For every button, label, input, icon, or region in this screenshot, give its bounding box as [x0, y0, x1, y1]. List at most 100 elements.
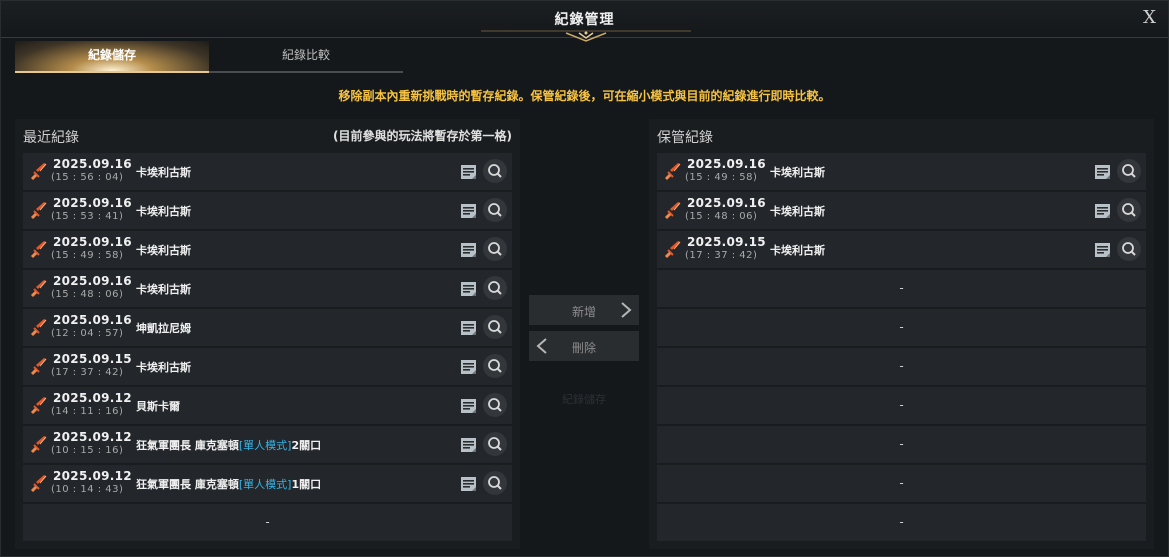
record-row[interactable]: 2025.09.15 (17 : 37 : 42) 卡埃利古斯	[23, 348, 512, 386]
delete-button[interactable]: 刪除	[529, 331, 639, 361]
record-management-window: 紀錄管理 X 紀錄儲存 紀錄比較 移除副本內重新挑戰時的暫存紀錄。保管紀錄後，可…	[0, 0, 1169, 557]
search-icon[interactable]	[483, 315, 507, 339]
note-icon[interactable]	[460, 319, 478, 337]
sword-icon	[663, 240, 683, 260]
search-icon[interactable]	[483, 237, 507, 261]
search-icon[interactable]	[483, 159, 507, 183]
search-icon[interactable]	[483, 432, 507, 456]
record-row[interactable]: 2025.09.16 (15 : 48 : 06) 卡埃利古斯	[657, 192, 1146, 230]
dungeon-name: 狂氣軍團長 庫克塞頓	[136, 439, 239, 452]
note-icon[interactable]	[460, 436, 478, 454]
sword-icon	[29, 474, 49, 494]
saved-records-title: 保管紀錄	[657, 130, 713, 146]
sword-icon	[663, 201, 683, 221]
record-dungeon-name: 卡埃利古斯	[770, 164, 825, 180]
add-button[interactable]: 新增	[529, 295, 639, 325]
record-date: 2025.09.16	[53, 196, 132, 210]
record-date: 2025.09.16	[53, 274, 132, 288]
record-time: (10 : 14 : 43)	[51, 484, 124, 495]
saved-records-list: 2025.09.16 (15 : 49 : 58) 卡埃利古斯 2025.09.16(…	[657, 153, 1146, 543]
empty-slot-row: -	[657, 465, 1146, 503]
note-icon[interactable]	[460, 202, 478, 220]
close-button[interactable]: X	[1143, 7, 1156, 28]
record-date: 2025.09.12	[53, 430, 132, 444]
tab-record-compare[interactable]: 紀錄比較	[209, 41, 403, 73]
record-row[interactable]: 2025.09.16 (15 : 48 : 06) 卡埃利古斯	[23, 270, 512, 308]
record-date: 2025.09.16	[687, 196, 766, 210]
search-icon[interactable]	[483, 198, 507, 222]
note-icon[interactable]	[1094, 202, 1112, 220]
search-icon[interactable]	[483, 354, 507, 378]
tab-record-save[interactable]: 紀錄儲存	[15, 41, 209, 73]
record-time: (15 : 49 : 58)	[685, 172, 758, 183]
chevron-left-icon	[536, 338, 547, 354]
search-icon[interactable]	[1117, 159, 1141, 183]
note-icon[interactable]	[460, 397, 478, 415]
record-row[interactable]: 2025.09.12 (14 : 11 : 16) 貝斯卡爾	[23, 387, 512, 425]
record-dungeon-name: 卡埃利古斯	[136, 242, 191, 258]
sword-icon	[29, 279, 49, 299]
chevron-right-icon	[621, 302, 632, 318]
record-dungeon-name: 卡埃利古斯	[136, 359, 191, 375]
dungeon-name: 坤凱拉尼姆	[136, 322, 191, 335]
record-date: 2025.09.15	[53, 352, 132, 366]
sword-icon	[29, 396, 49, 416]
record-time: (10 : 15 : 16)	[51, 445, 124, 456]
record-row[interactable]: 2025.09.16 (15 : 56 : 04) 卡埃利古斯	[23, 153, 512, 191]
dungeon-stage: 2關口	[291, 439, 322, 452]
record-dungeon-name: 坤凱拉尼姆	[136, 320, 191, 336]
sword-icon	[29, 435, 49, 455]
record-dungeon-name: 狂氣軍團長 庫克塞頓[單人模式]2關口	[136, 437, 321, 453]
note-icon[interactable]	[460, 475, 478, 493]
record-row[interactable]: 2025.09.12 (10 : 14 : 43) 狂氣軍團長 庫克塞頓[單人模式]…	[23, 465, 512, 503]
sword-icon	[29, 318, 49, 338]
dungeon-mode: [單人模式]	[238, 478, 292, 491]
dungeon-name: 卡埃利古斯	[770, 205, 825, 218]
search-icon[interactable]	[483, 471, 507, 495]
record-row[interactable]: 2025.09.15 (17 : 37 : 42) 卡埃利古斯	[657, 231, 1146, 269]
title-bar: 紀錄管理 X	[1, 1, 1168, 42]
window-title: 紀錄管理	[554, 12, 615, 28]
record-row[interactable]: 2025.09.16 (15 : 53 : 41) 卡埃利古斯	[23, 192, 512, 230]
title-ornament-icon	[481, 30, 691, 42]
note-icon[interactable]	[1094, 163, 1112, 181]
record-dungeon-name: 卡埃利古斯	[136, 203, 191, 219]
record-time: (17 : 37 : 42)	[51, 367, 124, 378]
record-row[interactable]: 2025.09.16 (15 : 49 : 58) 卡埃利古斯	[23, 231, 512, 269]
record-date: 2025.09.16	[53, 235, 132, 249]
record-date: 2025.09.16	[53, 313, 132, 327]
empty-slot-row: -	[657, 270, 1146, 308]
record-row[interactable]: 2025.09.12 (10 : 15 : 16) 狂氣軍團長 庫克塞頓[單人模式]…	[23, 426, 512, 464]
empty-slot-row: -	[657, 348, 1146, 386]
dungeon-stage: 1關口	[291, 478, 322, 491]
empty-slot-row: -	[657, 426, 1146, 464]
recent-records-hint: (目前參與的玩法將暫存於第一格)	[333, 129, 512, 143]
faint-label: 紀錄儲存	[562, 393, 606, 406]
empty-slot-row: -	[657, 309, 1146, 347]
record-dungeon-name: 貝斯卡爾	[136, 398, 180, 414]
search-icon[interactable]	[1117, 198, 1141, 222]
record-time: (17 : 37 : 42)	[685, 250, 758, 261]
dungeon-name: 卡埃利古斯	[136, 205, 191, 218]
note-icon[interactable]	[460, 163, 478, 181]
dungeon-name: 卡埃利古斯	[136, 283, 191, 296]
empty-slot-row: -	[23, 504, 512, 542]
note-icon[interactable]	[1094, 241, 1112, 259]
search-icon[interactable]	[483, 393, 507, 417]
tab-bar: 紀錄儲存 紀錄比較	[15, 41, 405, 73]
dungeon-mode: [單人模式]	[238, 439, 292, 452]
note-icon[interactable]	[460, 241, 478, 259]
dungeon-name: 卡埃利古斯	[136, 361, 191, 374]
sword-icon	[29, 162, 49, 182]
note-icon[interactable]	[460, 280, 478, 298]
sword-icon	[29, 357, 49, 377]
record-row[interactable]: 2025.09.16 (12 : 04 : 57) 坤凱拉尼姆	[23, 309, 512, 347]
note-icon[interactable]	[460, 358, 478, 376]
recent-records-list: 2025.09.16 (15 : 56 : 04) 卡埃利古斯 2025.09.16(…	[23, 153, 512, 543]
record-row[interactable]: 2025.09.16 (15 : 49 : 58) 卡埃利古斯	[657, 153, 1146, 191]
search-icon[interactable]	[1117, 237, 1141, 261]
record-dungeon-name: 卡埃利古斯	[770, 203, 825, 219]
search-icon[interactable]	[483, 276, 507, 300]
sword-icon	[29, 240, 49, 260]
dungeon-name: 卡埃利古斯	[770, 244, 825, 257]
